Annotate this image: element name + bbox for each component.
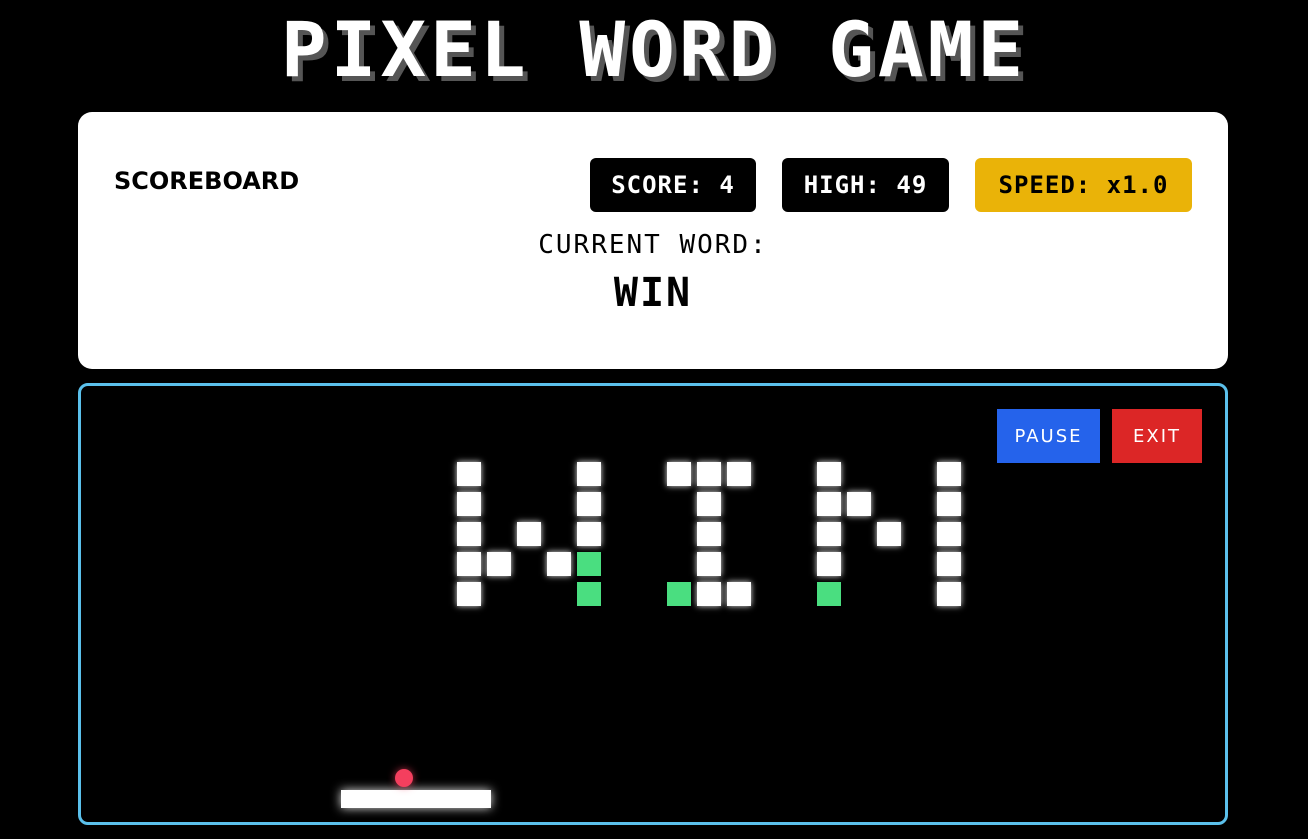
brick-n-1-0: [817, 492, 841, 516]
paddle[interactable]: [341, 790, 491, 808]
brick-i-4-0-hit: [667, 582, 691, 606]
game-title: PIXEL WORD GAME: [280, 5, 1028, 94]
ball: [395, 769, 413, 787]
brick-w-2-2: [517, 522, 541, 546]
brick-i-0-1: [697, 462, 721, 486]
brick-w-3-4-hit: [577, 552, 601, 576]
brick-w-3-0: [457, 552, 481, 576]
brick-w-1-0: [457, 492, 481, 516]
pause-button[interactable]: PAUSE: [997, 409, 1100, 463]
brick-n-1-1: [847, 492, 871, 516]
brick-i-4-2: [727, 582, 751, 606]
scoreboard-label: SCOREBOARD: [114, 167, 300, 195]
score-badge: SCORE: 4: [590, 158, 756, 212]
brick-i-0-2: [727, 462, 751, 486]
brick-i-3-1: [697, 552, 721, 576]
brick-n-4-4: [937, 582, 961, 606]
brick-w-2-0: [457, 522, 481, 546]
brick-w-2-4: [577, 522, 601, 546]
brick-w-4-0: [457, 582, 481, 606]
brick-w-3-1: [487, 552, 511, 576]
high-score-badge: HIGH: 49: [782, 158, 949, 212]
current-word-value: WIN: [613, 270, 693, 316]
brick-w-0-0: [457, 462, 481, 486]
brick-i-2-1: [697, 522, 721, 546]
brick-w-1-4: [577, 492, 601, 516]
exit-button[interactable]: EXIT: [1112, 409, 1202, 463]
brick-n-0-4: [937, 462, 961, 486]
brick-n-3-0: [817, 552, 841, 576]
speed-badge: SPEED: x1.0: [975, 158, 1192, 212]
game-arena[interactable]: PAUSE EXIT: [78, 383, 1228, 825]
brick-w-4-4-hit: [577, 582, 601, 606]
brick-w-3-3: [547, 552, 571, 576]
current-word-label: CURRENT WORD:: [538, 230, 768, 260]
brick-n-1-4: [937, 492, 961, 516]
brick-n-2-2: [877, 522, 901, 546]
brick-n-2-4: [937, 522, 961, 546]
brick-i-1-1: [697, 492, 721, 516]
brick-w-0-4: [577, 462, 601, 486]
brick-n-4-0-hit: [817, 582, 841, 606]
brick-n-3-4: [937, 552, 961, 576]
scoreboard-panel: SCOREBOARD SCORE: 4 HIGH: 49 SPEED: x1.0…: [78, 112, 1228, 369]
brick-i-0-0: [667, 462, 691, 486]
brick-i-4-1: [697, 582, 721, 606]
brick-n-0-0: [817, 462, 841, 486]
brick-n-2-0: [817, 522, 841, 546]
